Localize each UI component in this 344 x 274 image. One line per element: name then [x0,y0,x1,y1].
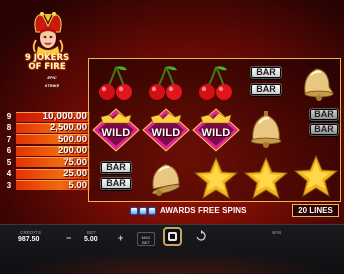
paytable-value: 10,000.00 [42,111,88,122]
bell-icon [250,111,282,148]
credits-label: CREDITS [20,230,42,235]
autoplay-icon[interactable] [195,230,207,242]
paytable-row: 6 200.00 [4,145,90,156]
bell-icon [152,164,180,196]
bet-increase-button[interactable]: + [118,234,123,243]
double-bar-symbol: BAR BAR [291,107,341,153]
logo-title-line2: OF FIRE [28,62,66,72]
stop-square-icon [168,232,177,241]
cherry-symbol [91,61,141,107]
bar-tile: BAR [250,83,282,96]
double-bar-symbol: BAR BAR [91,155,141,201]
paytable-value: 25.00 [63,168,87,180]
wild-label: WILD [101,127,131,139]
cherry-icon [199,66,232,100]
bar-tile: BAR [309,123,339,136]
paytable-count: 4 [6,169,12,179]
paytable-count: 6 [6,146,12,156]
scatter-icon [139,206,147,215]
star-icon [193,156,239,200]
cherry-symbol [141,61,191,107]
paytable-row: 9 10,000.00 [4,111,90,122]
scatter-icons [130,206,156,215]
double-bar-symbol: BAR BAR [241,63,291,109]
win-label: WIN [272,230,282,235]
star-symbol [191,155,241,201]
wild-label: WILD [151,127,181,139]
max-bet-button[interactable]: MAX BET [137,232,155,246]
bet-decrease-button[interactable]: − [66,234,71,243]
bell-symbol [291,61,341,107]
paytable-value: 75.00 [63,156,87,168]
cherry-icon [149,66,182,100]
spin-button[interactable] [163,227,182,246]
paytable-value: 500.00 [57,133,87,145]
paytable-row: 5 75.00 [4,157,90,168]
star-symbol [241,155,291,201]
max-bet-line2: BET [142,240,150,245]
paytable-row: 8 2,500.00 [4,122,90,133]
scatter-icon [130,206,138,215]
bell-symbol [241,107,291,153]
bar-tile: BAR [100,177,132,190]
lines-indicator: 20 LINES [292,204,339,217]
paytable-count: 5 [6,157,12,167]
bar-tile: BAR [309,108,339,121]
bar-tile: BAR [250,66,282,79]
paytable-value: 2,500.00 [50,122,87,134]
paytable-count: 7 [6,134,12,144]
cherry-symbol [191,61,241,107]
paytable-value: 200.00 [57,145,87,157]
paytable-row: 4 25.00 [4,168,90,179]
wild-symbol: WILD [91,107,141,153]
paytable: 9 10,000.00 8 2,500.00 7 500.00 6 200.00… [4,111,90,191]
reel-grid: BAR BAR WILD WILD WILD BAR BAR BAR BAR [88,58,341,202]
scatter-info: AWARDS FREE SPINS [130,205,247,216]
star-symbol [291,153,341,199]
game-screen: 9 JOKERS OF FIRE EPIC STRIKE 9 10,000.00… [0,0,344,274]
scatter-icon [148,206,156,215]
star-icon [293,154,339,198]
paytable-count: 9 [6,112,12,121]
bell-symbol [141,155,191,201]
wild-symbol: WILD [191,107,241,153]
wild-symbol: WILD [141,107,191,153]
paytable-value: 5.00 [68,179,88,191]
bottom-glow [0,250,344,274]
paytable-row: 3 5.00 [4,180,90,191]
bet-value: 5.00 [84,236,98,243]
wild-label: WILD [201,127,231,139]
star-icon [243,156,289,200]
credits-value: 987.50 [18,236,40,243]
logo-badge: EPIC STRIKE [44,75,60,88]
bet-label: BET [87,230,97,235]
paytable-count: 3 [6,180,12,190]
cherry-icon [99,66,132,100]
game-logo-title: 9 JOKERS OF FIRE [12,54,82,72]
awards-text: AWARDS FREE SPINS [160,206,247,215]
bar-tile: BAR [100,161,132,174]
paytable-count: 8 [6,123,12,133]
paytable-row: 7 500.00 [4,134,90,145]
bell-icon [304,68,334,101]
